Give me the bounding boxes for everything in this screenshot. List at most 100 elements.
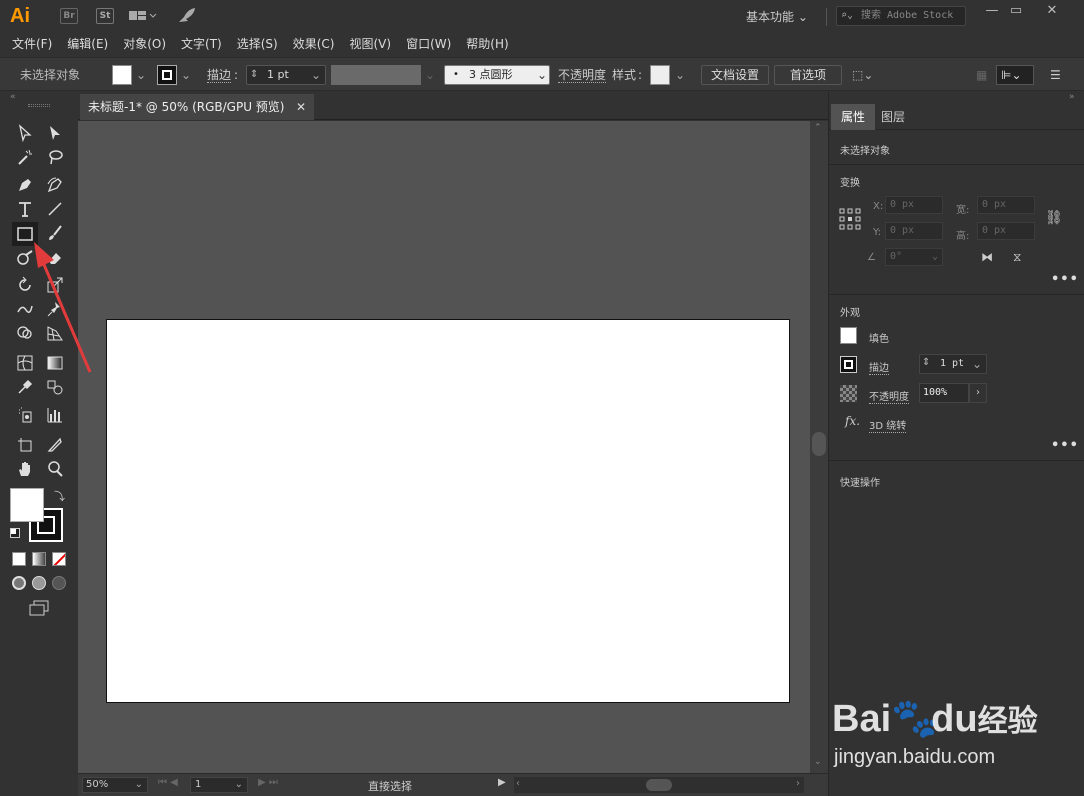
chevron-right-icon[interactable]: › [969,383,987,403]
stroke-label[interactable]: 描边 [869,359,889,375]
chevron-down-icon[interactable]: ⌄ [537,65,547,85]
change-screen-mode-button[interactable] [28,600,52,616]
symbol-sprayer-tool[interactable] [14,404,36,426]
lasso-tool[interactable] [44,146,66,168]
more-options-icon[interactable]: ••• [1051,272,1079,287]
column-graph-tool[interactable] [44,404,66,426]
zoom-dropdown[interactable]: 50% ⌄ [82,777,148,793]
selection-tool[interactable] [14,122,36,144]
brush-definition-dropdown[interactable]: • 3 点圆形 [444,65,550,85]
menu-object[interactable]: 对象(O) [123,33,166,55]
menu-file[interactable]: 文件(F) [12,33,52,55]
graphic-style-swatch[interactable] [650,65,670,85]
artboard-tool[interactable] [14,434,36,456]
opacity-label[interactable]: 不透明度 [869,388,909,404]
scroll-right-icon[interactable]: › [796,778,800,789]
status-menu-icon[interactable]: ▶ [498,777,506,788]
scroll-down-icon[interactable]: ⌄ [814,757,822,767]
default-fill-stroke-icon[interactable] [10,528,20,538]
pen-tool[interactable] [14,174,36,196]
type-tool[interactable] [14,198,36,220]
constrain-proportions-icon[interactable]: ⛓ [1045,210,1063,226]
maximize-button[interactable]: ▭ [1004,4,1028,20]
horizontal-scroll-thumb[interactable] [646,779,672,791]
chevron-down-icon[interactable]: ⌄ [136,65,146,85]
artboard[interactable] [106,319,790,703]
menu-window[interactable]: 窗口(W) [406,33,451,55]
draw-normal-icon[interactable] [12,576,26,590]
gpu-performance-button[interactable] [176,7,196,28]
tab-properties[interactable]: 属性 [831,104,876,130]
color-mode-button[interactable] [12,552,26,566]
stock-button[interactable]: St [96,8,114,24]
flip-vertical-icon[interactable]: ⧖ [1013,250,1021,265]
draw-behind-icon[interactable] [32,576,46,590]
last-artboard-icon[interactable]: ▶ ⏭ [258,777,278,788]
menu-type[interactable]: 文字(T) [181,33,222,55]
scroll-up-icon[interactable]: ⌃ [814,123,822,133]
blend-tool[interactable] [44,376,66,398]
direct-selection-tool[interactable] [44,122,66,144]
reference-point-icon[interactable] [839,208,861,230]
collapse-panel-icon[interactable]: » [1069,92,1075,102]
stroke-weight-input[interactable]: ⇕ 1 pt ⌄ [246,65,326,85]
minimize-button[interactable]: — [980,4,1004,20]
stock-search-input[interactable]: ⌕⌄ 搜索 Adobe Stock [836,6,966,26]
draw-inside-icon[interactable] [52,576,66,590]
align-icon[interactable]: ▦ [976,65,987,85]
gradient-mode-button[interactable] [32,552,46,566]
curvature-tool[interactable] [44,174,66,196]
menu-effect[interactable]: 效果(C) [293,33,335,55]
x-input[interactable]: 0 px [885,196,943,214]
width-input[interactable]: 0 px [977,196,1035,214]
document-setup-button[interactable]: 文档设置 [701,65,769,85]
stepper-icon[interactable]: ⇕ [922,357,930,368]
document-tab[interactable]: 未标题-1* @ 50% (RGB/GPU 预览) ✕ [80,94,314,120]
stepper-icon[interactable]: ⇕ [250,66,258,84]
eyedropper-tool[interactable] [14,376,36,398]
vertical-scroll-thumb[interactable] [812,432,826,456]
menu-help[interactable]: 帮助(H) [466,33,508,55]
chevron-down-icon[interactable]: ⌄ [972,357,982,371]
artboard-navigator[interactable]: 1 ⌄ [190,777,248,793]
close-icon[interactable]: ✕ [296,94,306,120]
stroke-swatch[interactable] [157,65,177,85]
bridge-button[interactable]: Br [60,8,78,24]
rotation-input[interactable]: 0° ⌄ [885,248,943,266]
select-similar-icon[interactable]: ⬚⌄ [852,65,873,85]
fx-icon[interactable]: fx. [845,414,860,428]
tab-layers[interactable]: 图层 [871,104,915,130]
hand-tool[interactable] [14,458,36,480]
stroke-weight-input[interactable]: ⇕ 1 pt ⌄ [919,354,987,374]
magic-wand-tool[interactable] [14,146,36,168]
menu-edit[interactable]: 编辑(E) [67,33,108,55]
fill-swatch[interactable] [840,327,857,344]
fill-color-box[interactable] [10,488,44,522]
preferences-button[interactable]: 首选项 [774,65,842,85]
stroke-label[interactable]: 描边 [207,67,232,83]
arrange-documents-button[interactable] [128,9,158,23]
stroke-swatch[interactable] [840,356,857,373]
line-segment-tool[interactable] [44,198,66,220]
zoom-tool[interactable] [44,458,66,480]
horizontal-scrollbar[interactable]: ‹ › [514,777,804,793]
workspace-switcher[interactable]: 基本功能 ⌄ [746,8,808,25]
canvas[interactable] [78,121,810,773]
close-window-button[interactable]: ✕ [1040,4,1064,20]
opacity-input[interactable]: 100% [919,383,969,403]
height-input[interactable]: 0 px [977,222,1035,240]
none-mode-button[interactable] [52,552,66,566]
swap-fill-stroke-icon[interactable]: ⤵ [54,488,65,504]
variable-width-profile[interactable] [331,65,421,85]
scroll-left-icon[interactable]: ‹ [516,778,520,789]
chevron-down-icon[interactable]: ⌄ [311,66,321,84]
panel-grip[interactable] [28,104,50,107]
flip-horizontal-icon[interactable]: ⧓ [981,250,993,264]
menu-list-icon[interactable]: ☰ [1050,65,1061,85]
first-artboard-icon[interactable]: ⏮ ◀ [158,777,178,788]
chevron-down-icon[interactable]: ⌄ [675,65,685,85]
collapse-panel-icon[interactable]: « [10,92,16,102]
chevron-down-icon[interactable]: ⌄ [181,65,191,85]
opacity-label[interactable]: 不透明度 [558,67,607,83]
more-options-icon[interactable]: ••• [1051,438,1079,453]
